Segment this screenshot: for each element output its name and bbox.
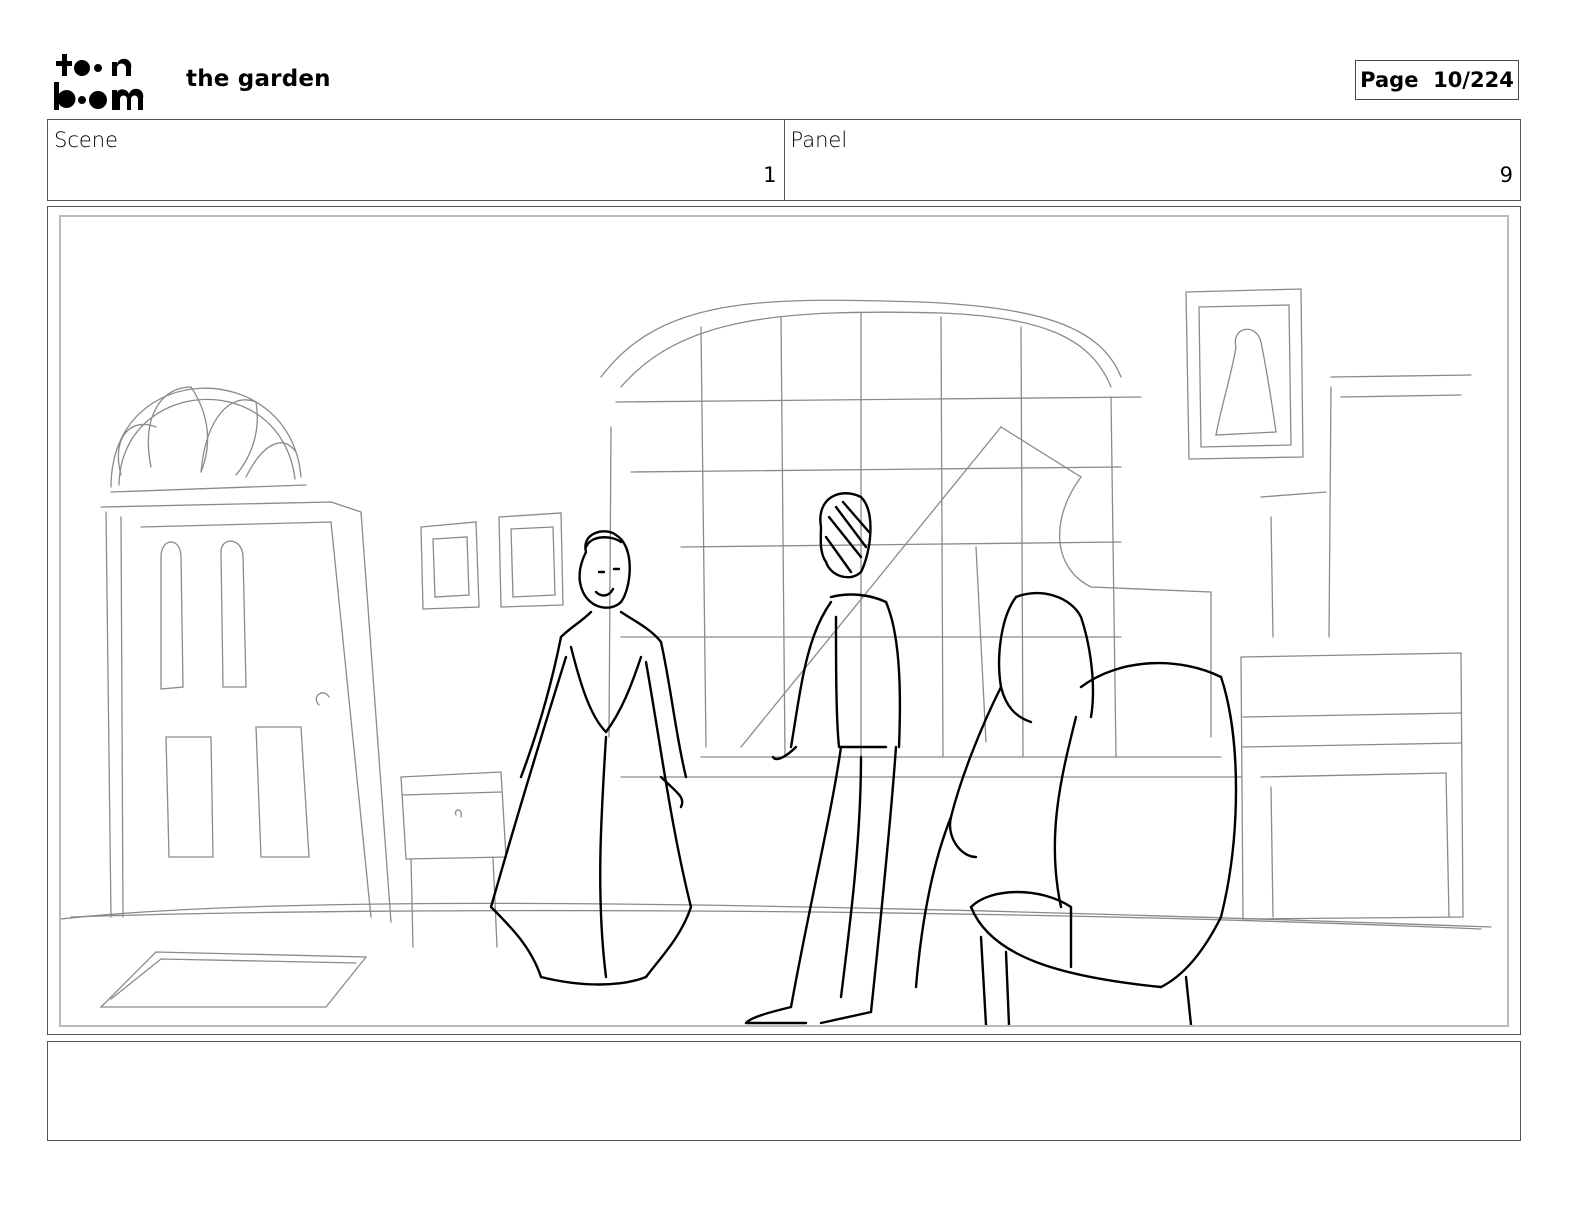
panel-cell: Panel 9 [783,120,1521,200]
project-title: the garden [186,66,331,92]
page-number: 10/224 [1433,68,1514,92]
background-sketch [61,288,1492,1008]
page-indicator: Page 10/224 [1355,60,1519,100]
storyboard-panel-image [59,215,1509,1027]
scene-label: Scene [54,128,119,152]
characters-sketch [489,492,1238,1025]
toon-boom-logo [52,52,164,112]
scene-number: 1 [763,163,777,187]
storyboard-panel-frame [47,206,1521,1035]
storyboard-sketch [61,288,1492,1025]
page-label: Page [1360,68,1419,92]
scene-cell: Scene 1 [48,120,784,200]
panel-label: Panel [790,128,848,152]
scene-panel-info-row: Scene 1 Panel 9 [47,119,1521,201]
panel-notes-box [47,1041,1521,1141]
panel-number: 9 [1499,163,1513,187]
